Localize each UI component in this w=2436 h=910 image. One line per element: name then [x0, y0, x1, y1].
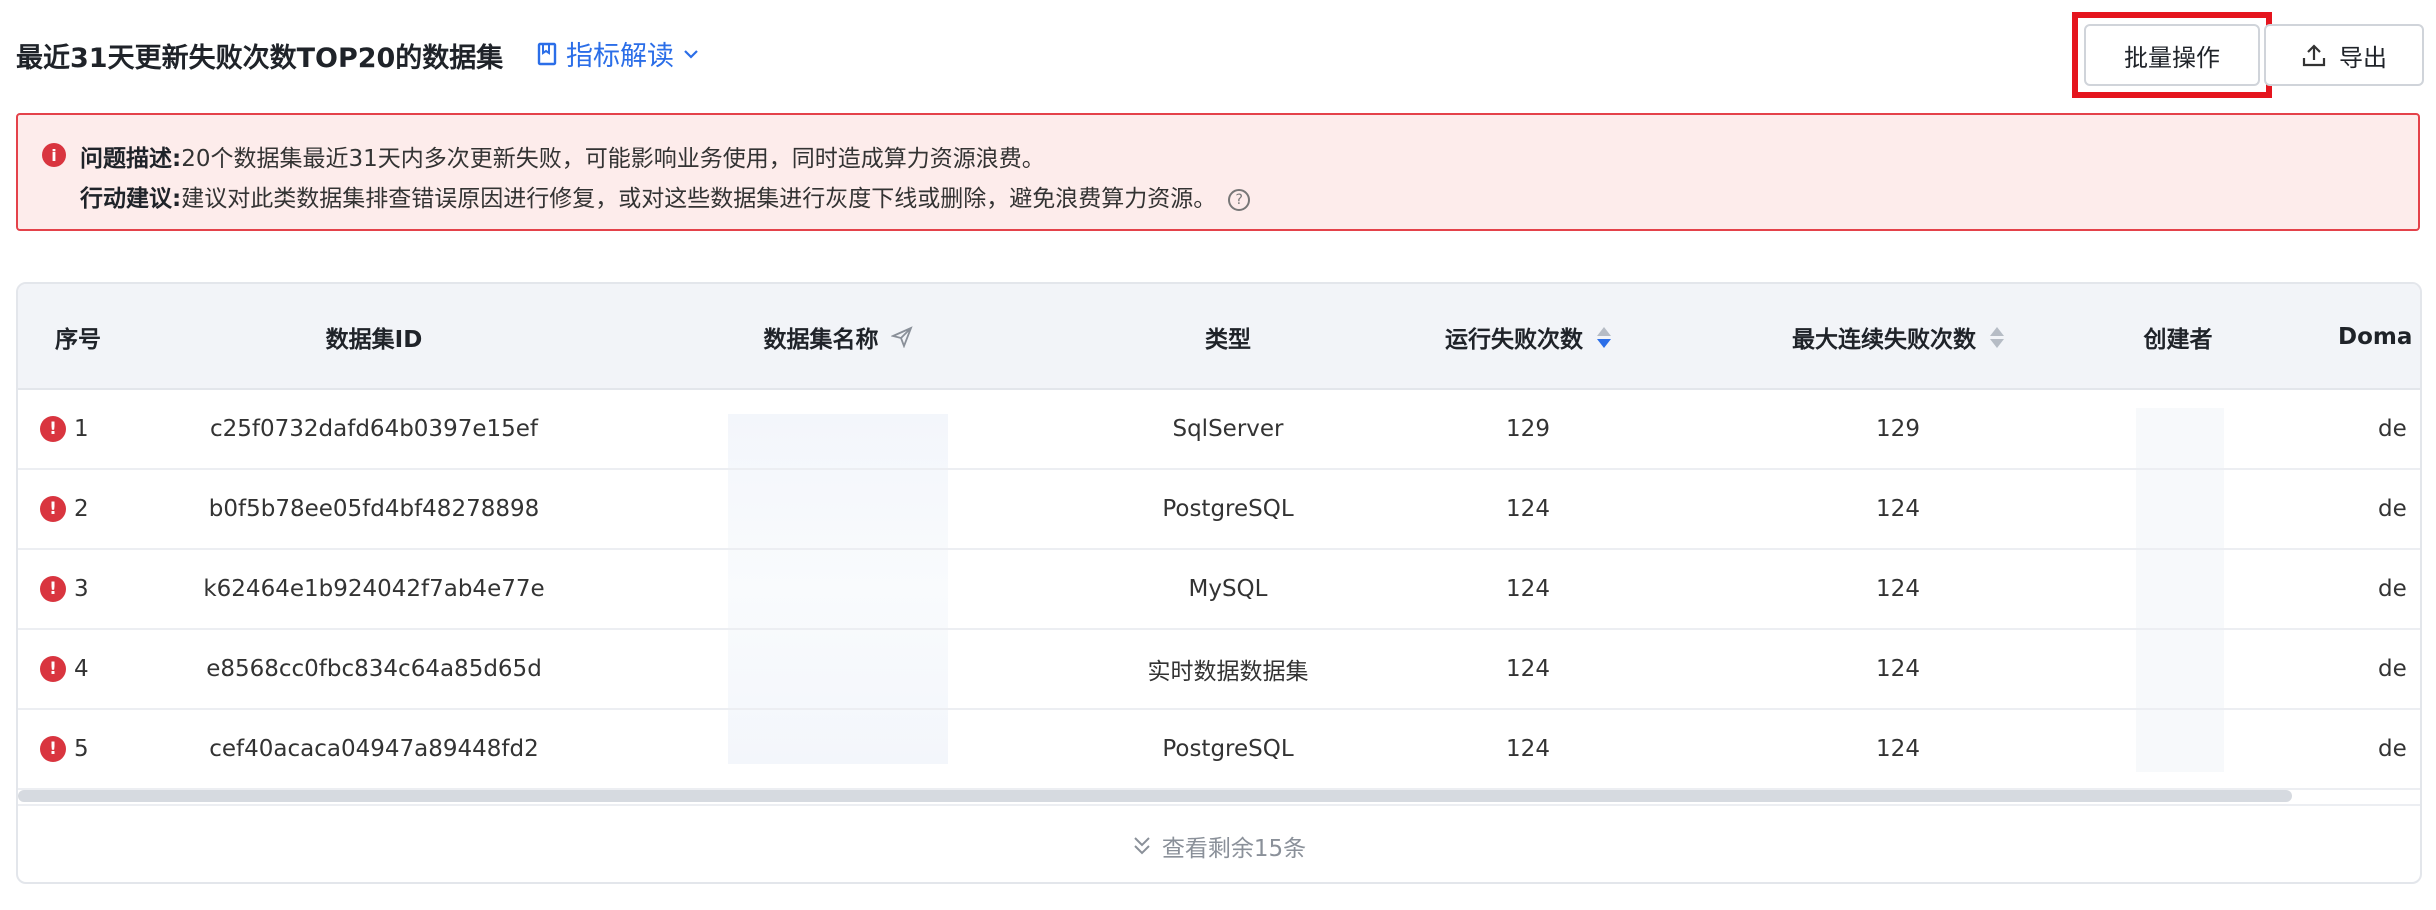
run-failures-cell: 124: [1506, 736, 1550, 762]
column-type: 类型: [1205, 327, 1251, 353]
table-row[interactable]: ! 4 e8568cc0fbc834c64a85d65d 实时数据数据集 124 124 d…: [18, 630, 2420, 710]
type-cell: SqlServer: [1172, 416, 1284, 442]
column-domain: Doma: [2338, 324, 2413, 350]
dataset-id-cell[interactable]: b0f5b78ee05fd4bf48278898: [174, 470, 574, 548]
problem-text: 20个数据集最近31天内多次更新失败，可能影响业务使用，同时造成算力资源浪费。: [181, 146, 1045, 172]
column-index: 序号: [55, 327, 101, 353]
row-index-value: 2: [74, 496, 89, 522]
column-dataset-id: 数据集ID: [325, 327, 423, 353]
upload-icon: [2302, 44, 2326, 67]
type-cell: PostgreSQL: [1162, 496, 1294, 522]
page-title: 最近31天更新失败次数TOP20的数据集: [16, 43, 504, 74]
column-max-consecutive-failures[interactable]: 最大连续失败次数: [1718, 284, 2078, 390]
run-failures-cell: 124: [1506, 656, 1550, 682]
metric-explanation-link[interactable]: 指标解读: [536, 34, 700, 73]
table-row[interactable]: ! 5 cef40acaca04947a89448fd2 PostgreSQL 124 1…: [18, 710, 2420, 790]
column-max-consecutive-label: 最大连续失败次数: [1792, 327, 1976, 353]
info-icon: i: [42, 143, 66, 167]
row-index: ! 3: [40, 550, 130, 628]
domain-cell: de: [2378, 416, 2407, 442]
double-chevron-down-icon: [1134, 837, 1150, 855]
dataset-id-cell[interactable]: c25f0732dafd64b0397e15ef: [174, 390, 574, 468]
row-index-value: 5: [74, 736, 89, 762]
type-cell: PostgreSQL: [1162, 736, 1294, 762]
export-button[interactable]: 导出: [2264, 24, 2424, 86]
action-text: 建议对此类数据集排查错误原因进行修复，或对这些数据集进行灰度下线或删除，避免浪费…: [181, 186, 1217, 212]
type-cell: MySQL: [1188, 576, 1268, 602]
column-dataset-name: 数据集名称: [638, 284, 1038, 390]
max-consecutive-cell: 124: [1876, 736, 1920, 762]
problem-description: 问题描述:20个数据集最近31天内多次更新失败，可能影响业务使用，同时造成算力资…: [80, 139, 1045, 173]
sort-icon[interactable]: [1990, 326, 2004, 348]
dataset-id-cell[interactable]: k62464e1b924042f7ab4e77e: [174, 550, 574, 628]
row-index: ! 4: [40, 630, 130, 708]
problem-alert: i 问题描述:20个数据集最近31天内多次更新失败，可能影响业务使用，同时造成算…: [16, 113, 2420, 231]
help-icon[interactable]: ?: [1228, 188, 1251, 211]
table-header: 序号 数据集ID 数据集名称 类型 运行失败次数 最大连续失败次数 创建者 Do…: [18, 284, 2420, 390]
column-creator: 创建者: [2143, 327, 2213, 353]
domain-cell: de: [2378, 736, 2407, 762]
show-more-button[interactable]: 查看剩余15条: [18, 804, 2420, 882]
action-suggestion: 行动建议:建议对此类数据集排查错误原因进行修复，或对这些数据集进行灰度下线或删除…: [80, 179, 1251, 213]
export-button-label: 导出: [2339, 43, 2387, 72]
bookmark-icon: [537, 42, 557, 65]
row-index-value: 3: [74, 576, 89, 602]
run-failures-cell: 124: [1506, 576, 1550, 602]
horizontal-scrollbar[interactable]: [18, 790, 2292, 802]
column-dataset-name-label: 数据集名称: [763, 327, 879, 353]
domain-cell: de: [2378, 496, 2407, 522]
problem-label: 问题描述:: [80, 146, 182, 172]
table-row[interactable]: ! 1 c25f0732dafd64b0397e15ef SqlServer 129 12…: [18, 390, 2420, 470]
run-failures-cell: 124: [1506, 496, 1550, 522]
error-icon: !: [40, 496, 66, 522]
send-icon[interactable]: [890, 326, 913, 348]
page-header: 最近31天更新失败次数TOP20的数据集 指标解读 批量操作 导出: [16, 12, 2424, 98]
max-consecutive-cell: 124: [1876, 656, 1920, 682]
column-run-failures-label: 运行失败次数: [1445, 327, 1583, 353]
dataset-id-cell[interactable]: e8568cc0fbc834c64a85d65d: [174, 630, 574, 708]
dataset-id-cell[interactable]: cef40acaca04947a89448fd2: [174, 710, 574, 788]
row-index: ! 2: [40, 470, 130, 548]
row-index: ! 5: [40, 710, 130, 788]
row-index-value: 4: [74, 656, 89, 682]
domain-cell: de: [2378, 656, 2407, 682]
sort-icon[interactable]: [1597, 326, 1611, 348]
chevron-down-icon: [684, 49, 698, 59]
max-consecutive-cell: 124: [1876, 576, 1920, 602]
dataset-table: 序号 数据集ID 数据集名称 类型 运行失败次数 最大连续失败次数 创建者 Do…: [16, 282, 2422, 884]
domain-cell: de: [2378, 576, 2407, 602]
error-icon: !: [40, 576, 66, 602]
max-consecutive-cell: 129: [1876, 416, 1920, 442]
metric-explanation-label: 指标解读: [566, 41, 674, 72]
action-label: 行动建议:: [80, 186, 182, 212]
table-row[interactable]: ! 3 k62464e1b924042f7ab4e77e MySQL 124 124 de: [18, 550, 2420, 630]
table-row[interactable]: ! 2 b0f5b78ee05fd4bf48278898 PostgreSQL 124 1…: [18, 470, 2420, 550]
type-cell: 实时数据数据集: [1147, 659, 1309, 685]
error-icon: !: [40, 656, 66, 682]
run-failures-cell: 129: [1506, 416, 1550, 442]
show-more-label: 查看剩余15条: [1161, 836, 1307, 862]
batch-operation-button[interactable]: 批量操作: [2084, 24, 2260, 86]
max-consecutive-cell: 124: [1876, 496, 1920, 522]
error-icon: !: [40, 736, 66, 762]
error-icon: !: [40, 416, 66, 442]
row-index-value: 1: [74, 416, 89, 442]
column-run-failures[interactable]: 运行失败次数: [1378, 284, 1678, 390]
row-index: ! 1: [40, 390, 130, 468]
